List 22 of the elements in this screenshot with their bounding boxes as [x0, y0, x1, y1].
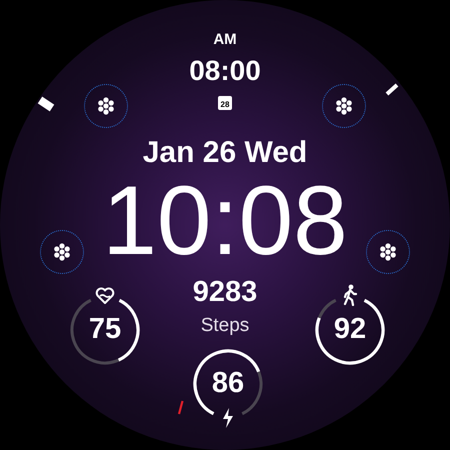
period-label: AM — [213, 31, 237, 48]
step-count: 9283 — [192, 276, 258, 309]
calendar-day: 28 — [218, 96, 232, 110]
ring-value: 92 — [334, 312, 366, 347]
walking-person-icon — [342, 284, 358, 306]
shortcut-button[interactable] — [40, 230, 84, 274]
steps-label: Steps — [200, 315, 250, 337]
lightning-bolt-icon — [221, 407, 235, 429]
dial-marker — [38, 96, 54, 112]
shortcut-button[interactable] — [366, 230, 410, 274]
hand-marker — [178, 400, 184, 414]
ring-value: 86 — [212, 366, 244, 401]
app-grid-icon — [379, 243, 397, 261]
app-grid-icon — [335, 97, 353, 115]
shortcut-button[interactable] — [84, 84, 128, 128]
dial-marker — [386, 84, 398, 96]
heart-icon — [95, 287, 115, 305]
app-grid-icon — [53, 243, 71, 261]
ring-value: 75 — [88, 312, 122, 347]
second-time: 08:00 — [189, 55, 261, 87]
app-grid-icon — [97, 97, 115, 115]
shortcut-button[interactable] — [322, 84, 366, 128]
